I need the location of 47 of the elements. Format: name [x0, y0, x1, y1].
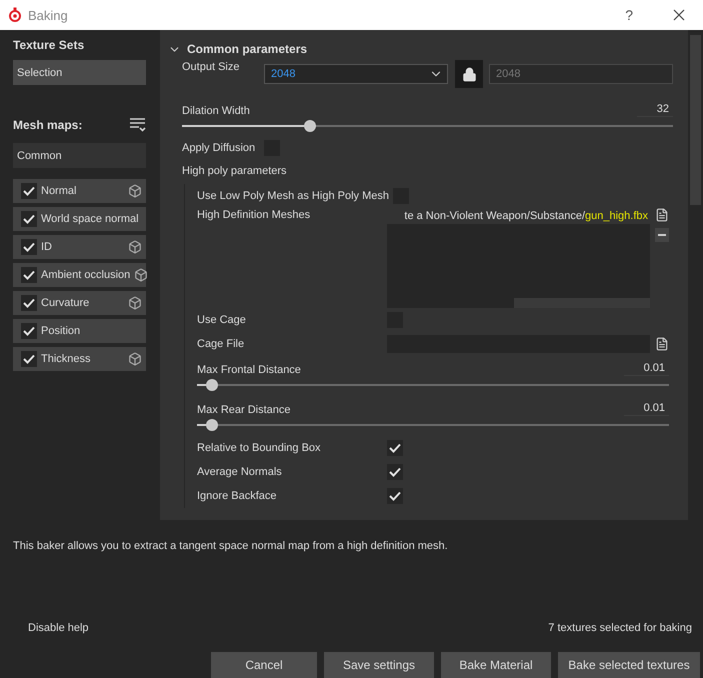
- dialog-button[interactable]: Cancel: [211, 652, 317, 678]
- section-header[interactable]: Common parameters: [168, 42, 308, 56]
- file-list[interactable]: te a Non-Violent Weapon/Substance/gun_high.fbx: [387, 208, 650, 308]
- value-field[interactable]: 0.01: [624, 362, 669, 376]
- window-title: Baking: [28, 8, 69, 22]
- mesh-map-label: Normal: [41, 185, 78, 197]
- mesh-map-label: Thickness: [41, 353, 92, 365]
- option-label: Output Size: [182, 60, 240, 73]
- option-label: Ignore Backface: [197, 490, 278, 502]
- mesh-map-item[interactable]: Curvature: [13, 291, 146, 315]
- group-label: High poly parameters: [182, 164, 288, 178]
- mesh-map-label: World space normal: [41, 213, 140, 225]
- help-text: This baker allows you to extract a tangent space normal map from a high definition mesh.: [13, 540, 448, 552]
- mesh-map-item[interactable]: World space normal: [13, 207, 146, 231]
- mesh-map-label: Curvature: [41, 297, 90, 309]
- help-button[interactable]: ?: [621, 7, 637, 23]
- option-label: Use Cage: [197, 314, 247, 326]
- dialog-button[interactable]: Bake selected textures: [558, 652, 700, 678]
- mesh-map-item[interactable]: Normal: [13, 179, 146, 203]
- option-label: Apply Diffusion: [182, 142, 256, 154]
- option-label: Average Normals: [197, 466, 283, 478]
- option-label: Max Frontal Distance: [197, 364, 302, 376]
- value-field[interactable]: 0.01: [624, 402, 669, 416]
- dialog-button[interactable]: Bake Material: [441, 652, 551, 678]
- option-label: Use Low Poly Mesh as High Poly Mesh: [197, 190, 390, 202]
- panel-heading: Mesh maps:: [13, 117, 82, 132]
- disable-help-link[interactable]: Disable help: [28, 622, 89, 634]
- output-size-dropdown[interactable]: 2048: [264, 64, 448, 84]
- dialog-button[interactable]: Save settings: [324, 652, 434, 678]
- panel-heading: Texture Sets: [13, 37, 86, 52]
- option-label: High Definition Meshes: [197, 208, 312, 221]
- mesh-map-label: ID: [41, 241, 53, 253]
- mesh-map-label: Ambient occlusion: [41, 269, 130, 281]
- file-path[interactable]: te a Non-Violent Weapon/Substance/gun_high.fbx: [387, 208, 650, 224]
- option-label: Cage File: [197, 338, 246, 350]
- mesh-map-item[interactable]: Position: [13, 319, 146, 343]
- mesh-map-item[interactable]: Thickness: [13, 347, 146, 371]
- mesh-map-group[interactable]: Common: [13, 143, 146, 168]
- status-text: 7 textures selected for baking: [548, 622, 692, 634]
- mesh-map-item[interactable]: ID: [13, 235, 146, 259]
- option-label: Dilation Width: [182, 105, 251, 117]
- value-field[interactable]: 32: [636, 103, 673, 117]
- option-label: Relative to Bounding Box: [197, 442, 322, 454]
- mesh-map-item[interactable]: Ambient occlusion: [13, 263, 146, 287]
- mesh-map-label: Position: [41, 325, 82, 337]
- texture-set-item[interactable]: Selection: [13, 60, 146, 85]
- option-label: Max Rear Distance: [197, 404, 292, 416]
